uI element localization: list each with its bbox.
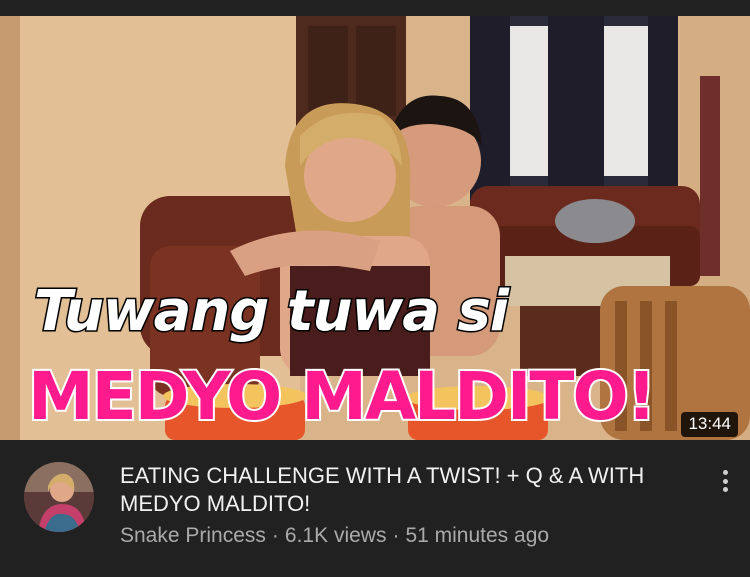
thumbnail-caption-line1: Tuwang tuwa si [32,279,510,344]
channel-name[interactable]: Snake Princess [120,524,266,547]
video-title[interactable]: EATING CHALLENGE WITH A TWIST! + Q & A W… [120,462,680,518]
video-subline: Snake Princess · 6.1K views · 51 minutes ago [120,524,549,548]
avatar-image [24,462,94,532]
view-count: 6.1K views [284,524,387,547]
channel-avatar[interactable] [24,462,94,532]
video-meta: EATING CHALLENGE WITH A TWIST! + Q & A W… [0,440,750,577]
duration-badge: 13:44 [681,412,738,437]
thumbnail-caption-line2: MEDYO MALDITO! [26,358,659,435]
more-vert-icon[interactable] [714,466,736,496]
separator-dot: · [271,524,279,547]
separator-dot: · [392,524,400,547]
top-bar [0,0,750,16]
video-thumbnail[interactable]: Tuwang tuwa si MEDYO MALDITO! 13:44 [0,16,750,440]
published-time: 51 minutes ago [405,524,550,547]
